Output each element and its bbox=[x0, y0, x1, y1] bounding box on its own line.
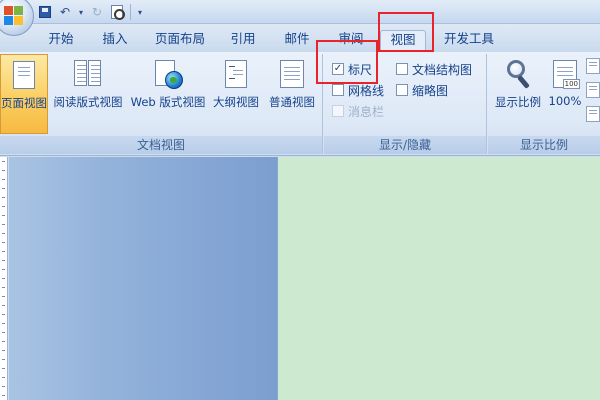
tab-page-layout[interactable]: 页面布局 bbox=[148, 30, 212, 52]
gridlines-label: 网格线 bbox=[348, 83, 385, 98]
zoom-label: 显示比例 bbox=[495, 95, 541, 109]
zoom-100-label: 100% bbox=[548, 94, 582, 108]
outline-view-button[interactable]: 大纲视图 bbox=[210, 54, 262, 134]
office-logo-icon bbox=[4, 6, 24, 26]
one-page-icon[interactable] bbox=[586, 58, 600, 74]
document-map-check-box[interactable] bbox=[396, 63, 408, 75]
page-width-icon[interactable] bbox=[586, 106, 600, 122]
redo-icon[interactable]: ↻ bbox=[88, 3, 106, 21]
outline-view-icon bbox=[225, 60, 247, 88]
highlight-ruler-checkbox bbox=[316, 40, 378, 84]
document-map-label: 文档结构图 bbox=[412, 62, 473, 77]
document-map-checkbox[interactable]: 文档结构图 bbox=[396, 60, 472, 78]
two-pages-icon[interactable] bbox=[586, 82, 600, 98]
group-zoom: 显示比例 100 100% 显示比例 bbox=[488, 54, 600, 154]
reading-view-icon bbox=[74, 60, 102, 86]
thumbnails-label: 缩略图 bbox=[412, 83, 449, 98]
ribbon: 页面视图 阅读版式视图 Web 版式视图 大纲视图 普通视图 文档视图 ✓ 标尺… bbox=[0, 52, 600, 156]
message-bar-check-box bbox=[332, 105, 344, 117]
document-page[interactable] bbox=[277, 157, 600, 400]
page-view-icon bbox=[13, 61, 35, 89]
group-label-zoom: 显示比例 bbox=[488, 136, 600, 154]
vertical-ruler bbox=[0, 157, 8, 400]
zoom-100-icon: 100 bbox=[553, 60, 580, 89]
customize-qat-icon[interactable]: ▾ bbox=[135, 3, 145, 21]
zoom-magnifier-icon bbox=[505, 60, 531, 90]
web-layout-label: Web 版式视图 bbox=[130, 95, 206, 109]
gridlines-check-box[interactable] bbox=[332, 84, 344, 96]
tab-mailings[interactable]: 邮件 bbox=[276, 30, 318, 52]
zoom-100-tag: 100 bbox=[562, 79, 580, 89]
group-label-show-hide: 显示/隐藏 bbox=[324, 136, 486, 154]
reading-view-button[interactable]: 阅读版式视图 bbox=[50, 54, 126, 134]
page-view-label: 页面视图 bbox=[1, 96, 47, 110]
tab-home[interactable]: 开始 bbox=[40, 30, 82, 52]
tab-references[interactable]: 引用 bbox=[222, 30, 264, 52]
message-bar-checkbox: 消息栏 bbox=[332, 102, 384, 120]
page-view-button[interactable]: 页面视图 bbox=[0, 54, 48, 134]
thumbnails-check-box[interactable] bbox=[396, 84, 408, 96]
print-preview-icon[interactable] bbox=[108, 3, 126, 21]
web-layout-icon bbox=[155, 60, 183, 89]
reading-view-label: 阅读版式视图 bbox=[53, 95, 123, 109]
thumbnails-checkbox[interactable]: 缩略图 bbox=[396, 81, 448, 99]
draft-view-label: 普通视图 bbox=[269, 95, 315, 109]
document-area bbox=[0, 157, 600, 400]
undo-icon[interactable]: ↶ bbox=[56, 3, 74, 21]
quick-access-toolbar: ↶ ▾ ↻ ▾ bbox=[36, 2, 145, 22]
draft-view-button[interactable]: 普通视图 bbox=[264, 54, 320, 134]
title-bar: ↶ ▾ ↻ ▾ bbox=[0, 0, 600, 36]
message-bar-label: 消息栏 bbox=[348, 104, 385, 119]
qat-separator bbox=[130, 4, 131, 20]
highlight-view-tab bbox=[378, 12, 434, 52]
ribbon-tabs: 开始 插入 页面布局 引用 邮件 审阅 视图 开发工具 bbox=[0, 24, 600, 52]
tab-insert[interactable]: 插入 bbox=[94, 30, 136, 52]
draft-view-icon bbox=[280, 60, 304, 88]
zoom-100-button[interactable]: 100 100% bbox=[546, 54, 584, 134]
group-document-views: 页面视图 阅读版式视图 Web 版式视图 大纲视图 普通视图 文档视图 bbox=[0, 54, 323, 154]
zoom-button[interactable]: 显示比例 bbox=[490, 54, 546, 134]
group-label-document-views: 文档视图 bbox=[0, 136, 322, 154]
undo-dropdown-icon[interactable]: ▾ bbox=[76, 3, 86, 21]
web-layout-button[interactable]: Web 版式视图 bbox=[127, 54, 209, 134]
outline-view-label: 大纲视图 bbox=[213, 95, 259, 109]
workspace-background bbox=[9, 157, 277, 400]
save-icon[interactable] bbox=[36, 3, 54, 21]
tab-developer[interactable]: 开发工具 bbox=[436, 30, 502, 52]
